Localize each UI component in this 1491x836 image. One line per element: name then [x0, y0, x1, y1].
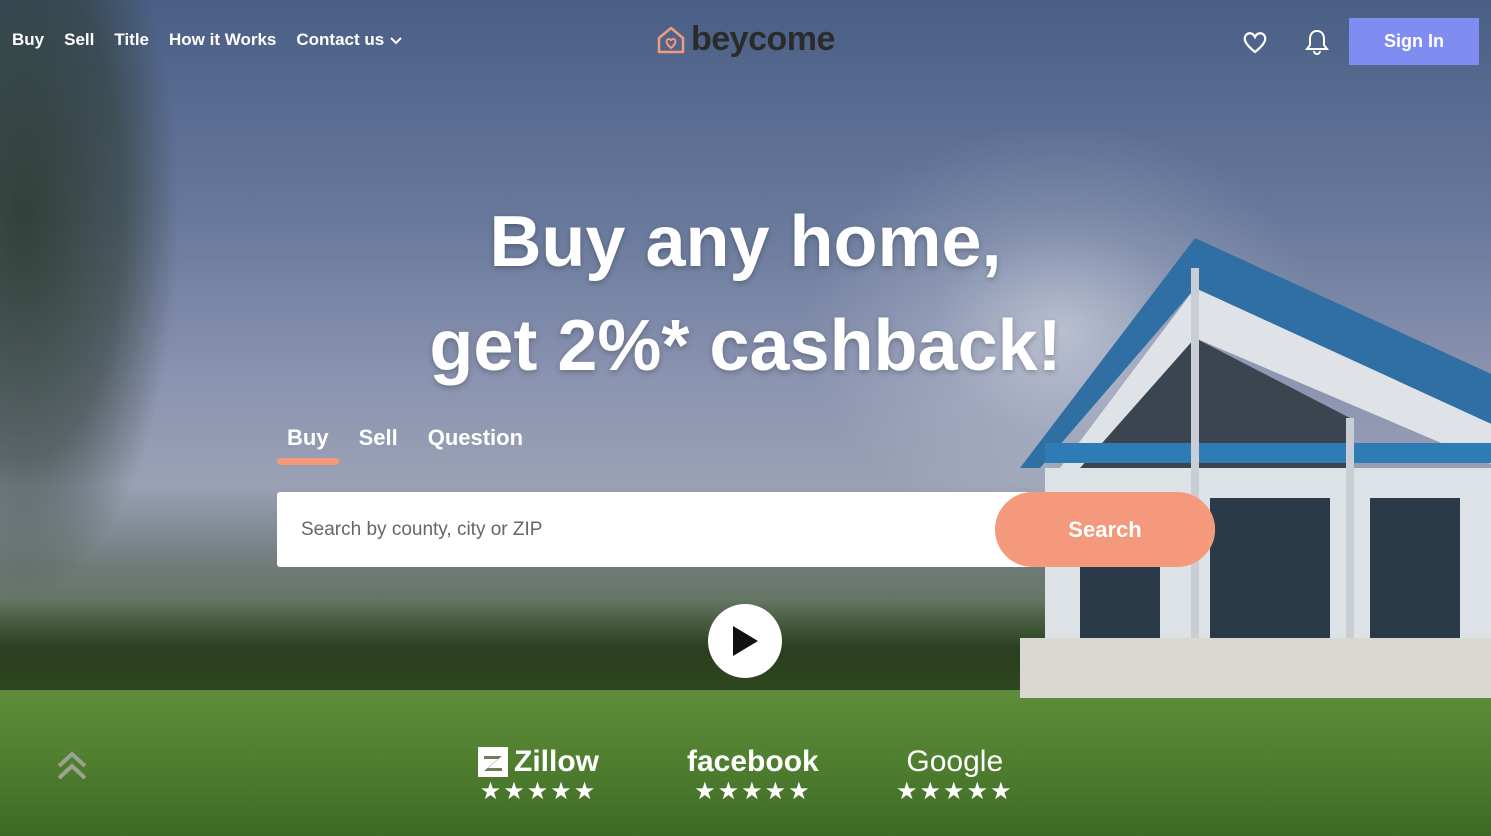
- review-facebook[interactable]: facebook ★★★★★: [687, 745, 819, 805]
- nav-contact-us-label: Contact us: [296, 30, 385, 49]
- top-nav: Buy Sell Title How it Works Contact us b…: [0, 0, 1491, 80]
- tab-question[interactable]: Question: [418, 425, 533, 465]
- play-icon: [733, 626, 758, 656]
- review-google[interactable]: Google ★★★★★: [896, 745, 1014, 805]
- nav-contact-us[interactable]: Contact us: [296, 30, 402, 50]
- review-facebook-stars: ★★★★★: [694, 778, 812, 805]
- logo[interactable]: beycome: [655, 20, 835, 59]
- nav-sell[interactable]: Sell: [64, 30, 94, 50]
- zillow-logo-icon: [478, 747, 508, 777]
- tab-buy[interactable]: Buy: [277, 425, 339, 465]
- hero-background: [0, 0, 1491, 836]
- review-zillow[interactable]: Zillow ★★★★★: [478, 745, 599, 805]
- tab-sell[interactable]: Sell: [349, 425, 408, 465]
- bell-icon[interactable]: [1303, 28, 1331, 56]
- nav-title[interactable]: Title: [114, 30, 149, 50]
- search-bar: Search: [277, 492, 1215, 567]
- review-google-stars: ★★★★★: [896, 778, 1014, 805]
- house-heart-icon: [657, 26, 685, 53]
- search-button[interactable]: Search: [995, 492, 1215, 567]
- nav-links: Buy Sell Title How it Works Contact us: [12, 30, 402, 50]
- search-tabs: Buy Sell Question: [277, 425, 543, 465]
- logo-text: beycome: [691, 20, 835, 58]
- play-video-button[interactable]: [708, 604, 782, 678]
- review-facebook-name: facebook: [687, 745, 819, 778]
- search-input[interactable]: [277, 492, 995, 567]
- headline-line1: Buy any home,: [489, 202, 1002, 282]
- review-google-name: Google: [906, 745, 1004, 778]
- review-zillow-stars: ★★★★★: [479, 778, 598, 805]
- review-zillow-name: Zillow: [478, 745, 599, 779]
- heart-icon[interactable]: [1241, 28, 1269, 56]
- nav-how-it-works[interactable]: How it Works: [169, 30, 276, 50]
- review-zillow-label: Zillow: [514, 745, 599, 778]
- sign-in-button[interactable]: Sign In: [1349, 18, 1479, 65]
- headline-line2: get 2%* cashback!: [429, 306, 1062, 386]
- double-chevron-up-icon[interactable]: [56, 748, 88, 782]
- nav-buy[interactable]: Buy: [12, 30, 44, 50]
- chevron-down-icon: [390, 37, 402, 45]
- hero-headline: Buy any home, get 2%* cashback!: [0, 190, 1491, 398]
